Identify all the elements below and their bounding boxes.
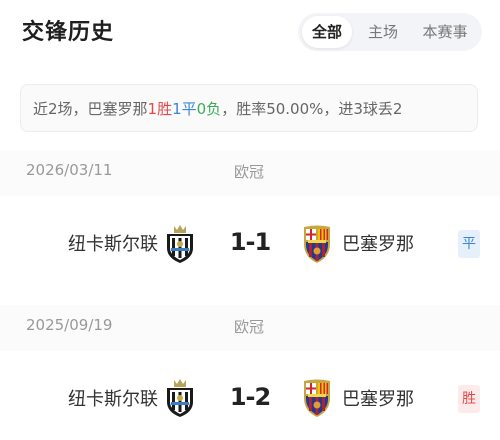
match-score: 1-2: [229, 383, 271, 411]
tab-all[interactable]: 全部: [302, 16, 352, 48]
summary-suffix: ，胜率50.00%，进3球丢2: [221, 100, 403, 118]
filter-tabs: 全部 主场 本赛事: [298, 13, 482, 51]
result-badge: 胜: [458, 385, 480, 413]
newcastle-crest-icon: [167, 225, 193, 263]
match-score: 1-1: [229, 228, 271, 256]
barcelona-crest-icon: [304, 225, 330, 263]
summary-losses: 0负: [196, 100, 222, 118]
summary-prefix: 近2场，巴塞罗那: [33, 100, 148, 118]
home-team-name: 纽卡斯尔联: [68, 389, 158, 410]
section-title: 交锋历史: [22, 20, 115, 45]
tab-home[interactable]: 主场: [358, 16, 408, 48]
match-meta: 2025/09/19 欧冠: [0, 305, 500, 351]
match-league: 欧冠: [234, 318, 265, 336]
away-team-name: 巴塞罗那: [342, 234, 414, 255]
match-date: 2026/03/11: [26, 161, 113, 179]
match-date: 2025/09/19: [26, 316, 113, 334]
summary-wins: 1胜: [147, 100, 173, 118]
summary-draws: 1平: [172, 100, 197, 118]
match-row[interactable]: 2026/03/11 欧冠 纽卡斯尔联 1-1 巴塞罗那 平: [0, 150, 500, 290]
newcastle-crest-icon: [167, 379, 193, 417]
home-team-name: 纽卡斯尔联: [68, 234, 158, 255]
record-summary: 近2场，巴塞罗那1胜1平0负，胜率50.00%，进3球丢2: [20, 84, 478, 132]
head-to-head-card: 交锋历史 全部 主场 本赛事 近2场，巴塞罗那1胜1平0负，胜率50.00%，进…: [0, 0, 500, 440]
barcelona-crest-icon: [304, 379, 330, 417]
header: 交锋历史 全部 主场 本赛事: [0, 0, 500, 66]
match-league: 欧冠: [234, 163, 265, 181]
match-meta: 2026/03/11 欧冠: [0, 150, 500, 196]
away-team-name: 巴塞罗那: [342, 389, 414, 410]
result-badge: 平: [458, 230, 480, 258]
match-row[interactable]: 2025/09/19 欧冠 纽卡斯尔联 1-2 巴塞罗那 胜: [0, 305, 500, 440]
tab-this-competition[interactable]: 本赛事: [412, 16, 478, 48]
